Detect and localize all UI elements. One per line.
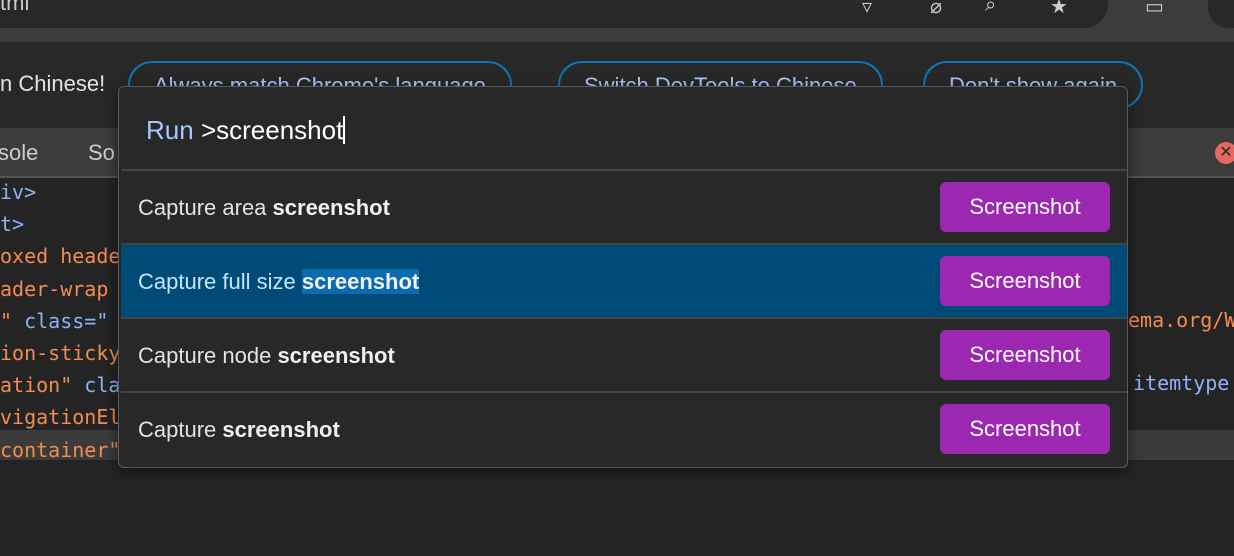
- infobar-message: n Chinese!: [0, 71, 106, 96]
- command-item[interactable]: Capture full size screenshot Screenshot: [121, 243, 1127, 317]
- code-line[interactable]: t>: [0, 212, 24, 236]
- match-highlight: screenshot: [272, 195, 390, 220]
- code-line[interactable]: oxed heade: [0, 244, 120, 268]
- screenshot-badge[interactable]: Screenshot: [940, 404, 1110, 454]
- address-bar[interactable]: tml ▿ ⌀ ⌕ ★: [0, 0, 1108, 28]
- code-token: ader-wrap: [0, 276, 109, 301]
- code-line[interactable]: ader-wrap: [0, 277, 108, 301]
- command-label: Capture area screenshot: [138, 195, 390, 221]
- no-eye-icon[interactable]: ⌀: [930, 0, 942, 19]
- command-item[interactable]: Capture area screenshot Screenshot: [121, 169, 1127, 243]
- code-line[interactable]: iv>: [0, 180, 36, 204]
- command-label-text: Capture full size: [138, 269, 302, 294]
- command-label: Capture screenshot: [138, 417, 340, 443]
- tab-sources[interactable]: So: [88, 140, 115, 166]
- code-line[interactable]: container": [0, 438, 120, 462]
- command-label-text: Capture: [138, 417, 223, 442]
- text-caret: [343, 116, 346, 144]
- command-label: Capture full size screenshot: [138, 269, 420, 295]
- match-highlight: screenshot: [277, 343, 395, 368]
- screenshot-badge[interactable]: Screenshot: [940, 256, 1110, 306]
- command-label: Capture node screenshot: [138, 343, 395, 369]
- command-item[interactable]: Capture node screenshot Screenshot: [121, 317, 1127, 391]
- command-prefix: Run: [146, 115, 194, 145]
- code-token: iv>: [0, 180, 37, 204]
- command-item[interactable]: Capture screenshot Screenshot: [121, 391, 1127, 465]
- address-text: tml: [0, 0, 30, 15]
- filter-icon[interactable]: ▿: [862, 0, 872, 19]
- code-line[interactable]: ion-sticky: [0, 341, 120, 365]
- star-icon[interactable]: ★: [1050, 0, 1068, 19]
- code-token: ion-sticky: [0, 341, 121, 365]
- screenshot-badge[interactable]: Screenshot: [940, 330, 1110, 380]
- command-input[interactable]: Run >screenshot: [146, 115, 346, 146]
- code-token: vigationEl: [0, 405, 121, 430]
- code-fragment: itemtype: [1133, 371, 1230, 395]
- error-icon[interactable]: ✕: [1215, 142, 1234, 164]
- code-line[interactable]: ation" cla: [0, 373, 120, 397]
- code-token: class=": [24, 308, 109, 333]
- command-label-text: Capture node: [138, 343, 278, 368]
- command-label-text: Capture area: [138, 195, 273, 220]
- tab-console[interactable]: sole: [0, 140, 38, 166]
- code-token: ": [0, 308, 25, 333]
- code-token: oxed heade: [0, 244, 121, 269]
- code-fragment: ema.org/W: [1128, 308, 1234, 332]
- profile-pill[interactable]: [1208, 0, 1234, 28]
- match-highlight: screenshot: [301, 269, 420, 294]
- code-line[interactable]: " class=": [0, 309, 108, 333]
- cast-icon[interactable]: ▭: [1145, 0, 1164, 19]
- code-token: t>: [0, 212, 25, 237]
- screenshot-badge[interactable]: Screenshot: [940, 182, 1110, 232]
- match-highlight: screenshot: [222, 417, 340, 442]
- code-token: ation": [0, 373, 85, 398]
- code-token: cla: [84, 373, 121, 398]
- code-token: container": [0, 437, 121, 462]
- browser-toolbar: tml ▿ ⌀ ⌕ ★ ▭: [0, 0, 1234, 42]
- search-icon[interactable]: ⌕: [985, 0, 996, 17]
- command-menu: Run >screenshot Capture area screenshot S…: [118, 86, 1128, 468]
- code-line[interactable]: vigationEl: [0, 405, 120, 429]
- command-query: >screenshot: [200, 115, 344, 145]
